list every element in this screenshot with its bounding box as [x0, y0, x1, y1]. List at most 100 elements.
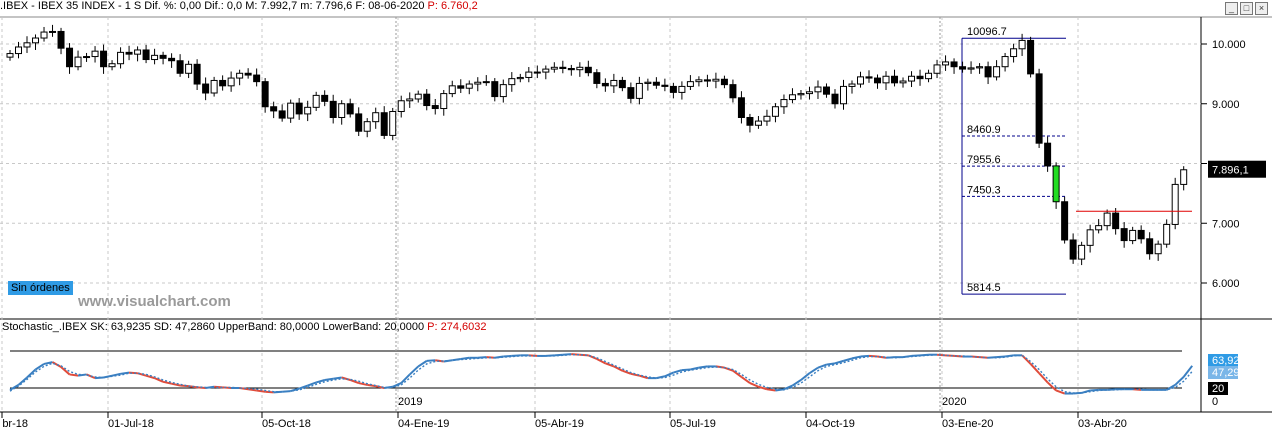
time-tick-label: 04-Ene-19	[398, 418, 449, 430]
sk-line-segment	[180, 384, 189, 388]
sk-line-segment	[426, 359, 436, 362]
candle-body	[193, 63, 201, 85]
sk-line-segment	[808, 366, 819, 375]
stoch-p-label: P:	[427, 321, 438, 333]
sk-line-segment	[417, 360, 428, 368]
candle-body	[1086, 229, 1094, 246]
candle-body	[857, 76, 864, 85]
candle-body	[287, 102, 295, 119]
candle-body	[355, 113, 363, 132]
candle-body	[380, 112, 388, 136]
candle-body	[74, 56, 82, 68]
candle-body	[1163, 223, 1171, 245]
candle-body	[1061, 201, 1069, 241]
year-label: 2020	[942, 396, 966, 408]
candle-body	[168, 57, 176, 62]
stoch-p-value: 274,6032	[440, 321, 487, 333]
sk-line-segment	[843, 357, 853, 362]
time-tick-label: 05-Abr-19	[535, 418, 584, 430]
time-tick-label: 04-Oct-19	[806, 418, 855, 430]
candle-body	[601, 82, 609, 87]
candle-body	[1027, 39, 1035, 75]
candle-body	[814, 86, 822, 93]
candle-body	[899, 80, 907, 84]
sk-line-segment	[791, 379, 802, 387]
candle-body	[423, 93, 431, 107]
price-tick-label: 10.000	[1212, 39, 1246, 51]
candle-body	[414, 93, 422, 100]
candle-body	[661, 84, 669, 87]
candle-body	[270, 106, 278, 112]
candle-body	[117, 51, 125, 65]
candle-body	[678, 85, 686, 93]
candle-body	[295, 102, 303, 115]
chart-canvas[interactable]: 10096.7 8460.9 7955.6 7450.3 5814.5 10.000 9.…	[0, 0, 1272, 430]
candle-body	[219, 79, 227, 87]
candle-body	[993, 66, 1001, 78]
candle-body	[780, 99, 788, 108]
candle-body	[831, 93, 839, 105]
fib-label-l1: 8460.9	[967, 124, 1001, 136]
fib-label-high: 10096.7	[967, 26, 1007, 38]
candle-body	[1044, 142, 1052, 167]
orders-badge[interactable]: Sin órdenes	[8, 281, 73, 295]
sk-line-segment	[1182, 365, 1193, 378]
candle-body	[1137, 229, 1145, 240]
candle-body	[1078, 244, 1086, 260]
candle-body	[550, 66, 558, 70]
candle-body	[703, 79, 711, 82]
stochastic-header: Stochastic_.IBEX SK: 63,9235 SD: 47,2860…	[2, 321, 487, 333]
candle-body	[66, 47, 74, 68]
sk-line-segment	[758, 385, 768, 391]
candle-body	[950, 61, 958, 68]
candle-body	[525, 71, 533, 78]
candle-body	[516, 76, 524, 80]
candle-body	[567, 67, 575, 71]
candle-body	[329, 100, 337, 118]
candle-body	[942, 61, 950, 66]
candle-body	[967, 67, 975, 70]
time-tick-label: 01-Jul-18	[108, 418, 154, 430]
candle-body	[984, 66, 992, 78]
candle-body	[491, 81, 499, 98]
candle-body	[440, 93, 448, 110]
candle-body	[15, 46, 23, 55]
candle-body	[1069, 239, 1077, 260]
sk-line-segment	[307, 381, 317, 387]
candle-body	[244, 72, 252, 76]
candle-body	[202, 83, 210, 94]
candle-body	[805, 91, 813, 95]
candle-body	[23, 42, 31, 48]
candle-body	[142, 49, 150, 61]
ub-value: 80,0000	[279, 321, 320, 333]
candle-body	[916, 75, 924, 80]
candle-body	[1112, 212, 1120, 230]
fib-label-low: 5814.5	[967, 282, 1001, 294]
candle-body	[1171, 183, 1179, 225]
candle-body	[652, 81, 660, 86]
sk-line-segment	[766, 388, 776, 392]
candle-body	[925, 72, 933, 80]
candle-body	[32, 37, 40, 44]
candle-body	[1001, 56, 1009, 68]
candle-body	[908, 75, 916, 82]
candle-body	[278, 110, 286, 119]
candle-body	[304, 106, 312, 115]
candle-body	[457, 85, 465, 89]
candle-body	[771, 106, 779, 117]
sk-label: SK:	[90, 321, 108, 333]
candle-body	[372, 112, 380, 123]
candle-body	[312, 94, 320, 108]
candle-body	[729, 84, 737, 99]
candle-body	[610, 79, 618, 87]
candle-body	[576, 66, 584, 71]
candle-body	[1018, 39, 1026, 50]
candle-body	[797, 93, 805, 96]
sk-line-segment	[800, 372, 811, 381]
candle-body	[822, 86, 830, 95]
candle-body	[185, 63, 193, 74]
zero-label: 0	[1212, 396, 1218, 408]
time-tick-label: 03-Ene-20	[942, 418, 993, 430]
candle-body	[1146, 238, 1154, 255]
candle-body	[933, 64, 941, 74]
